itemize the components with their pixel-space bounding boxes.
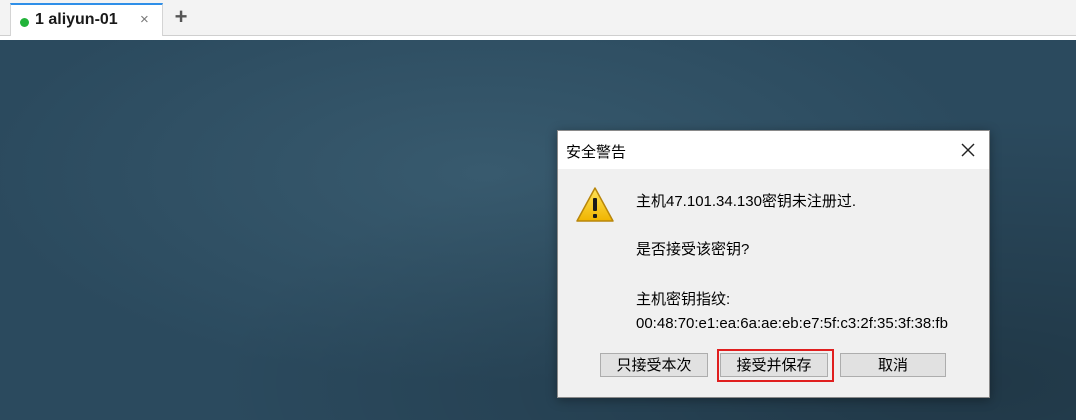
fingerprint-value: 00:48:70:e1:ea:6a:ae:eb:e7:5f:c3:2f:35:3… <box>636 315 948 332</box>
accept-once-button[interactable]: 只接受本次 <box>600 353 708 377</box>
security-warning-dialog: 安全警告 主机47.101.34.130密钥未注册过. 是否接受该密钥? 主机密… <box>557 130 990 398</box>
status-dot-icon <box>20 18 29 27</box>
host-key-message: 主机47.101.34.130密钥未注册过. <box>636 193 857 210</box>
dialog-titlebar: 安全警告 <box>558 131 989 169</box>
cancel-button[interactable]: 取消 <box>840 353 946 377</box>
add-tab-icon[interactable]: + <box>172 6 190 28</box>
accept-question: 是否接受该密钥? <box>636 241 750 258</box>
dialog-title: 安全警告 <box>566 144 627 161</box>
tab-label: 1 aliyun-01 <box>35 11 118 28</box>
dialog-close-icon[interactable] <box>956 138 980 162</box>
tab-bar: 1 aliyun-01 × + <box>0 0 1076 36</box>
warning-icon <box>576 187 614 222</box>
accept-and-save-button[interactable]: 接受并保存 <box>720 353 828 377</box>
fingerprint-label: 主机密钥指纹: <box>636 291 731 308</box>
app-window: 1 aliyun-01 × + 安全警告 主机47.101.34.130密钥未注… <box>0 0 1076 420</box>
tab-close-icon[interactable]: × <box>140 11 149 29</box>
tab-aliyun-01[interactable]: 1 aliyun-01 × <box>10 3 163 36</box>
